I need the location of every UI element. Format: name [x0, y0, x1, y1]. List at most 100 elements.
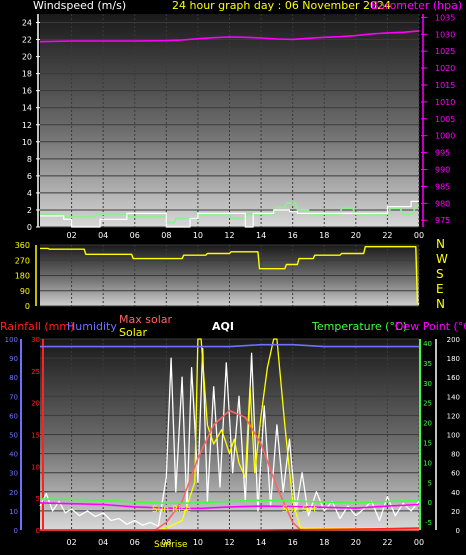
- wind-ytick-20: 20: [22, 53, 32, 62]
- rain-ytick-5: 5: [36, 495, 40, 503]
- dir-ytick-90: 90: [20, 287, 30, 296]
- multi-xtick-20: 20: [351, 538, 361, 547]
- multi-xtick-22: 22: [382, 538, 392, 547]
- multi-xtick-18: 18: [319, 538, 329, 547]
- temp-ytick-35: 35: [423, 360, 432, 368]
- multi-xtick-12: 12: [224, 538, 234, 547]
- baro-ytick-1005: 1005: [435, 115, 455, 124]
- wind-ytick-2: 2: [27, 206, 32, 215]
- legend-temperature: Temperature (°C): [311, 320, 407, 333]
- humidity-ytick-20: 20: [9, 489, 18, 497]
- baro-ytick-1030: 1030: [435, 30, 455, 39]
- temp-ytick--5: -5: [425, 519, 432, 527]
- wind-xtick-02: 02: [66, 231, 76, 240]
- temp-ytick-15: 15: [423, 439, 432, 447]
- dir-letter-w: W: [436, 252, 448, 266]
- legend-max-solar: Max solar: [119, 313, 172, 326]
- dir-ytick-180: 180: [15, 272, 30, 281]
- humidity-ytick-90: 90: [9, 355, 18, 363]
- baro-ytick-980: 980: [435, 199, 450, 208]
- wind-xtick-00: 00: [414, 231, 424, 240]
- wind-ytick-14: 14: [22, 104, 32, 113]
- baro-ytick-1025: 1025: [435, 47, 455, 56]
- wind-ytick-16: 16: [22, 87, 32, 96]
- solar-ytick-100: 100: [447, 432, 460, 440]
- temp-ytick-10: 10: [423, 459, 432, 467]
- baro-ytick-1035: 1035: [435, 13, 455, 22]
- rain-ytick-25: 25: [31, 368, 40, 376]
- solar-ytick-200: 200: [447, 336, 460, 344]
- multi-xtick-06: 06: [130, 538, 140, 547]
- baro-ytick-990: 990: [435, 166, 450, 175]
- dir-letter-n-bottom: N: [436, 297, 445, 311]
- legend-header: Rainfall (mm) Humidity Max solar Solar A…: [0, 313, 466, 339]
- solar-ytick-60: 60: [451, 470, 460, 478]
- weather-graph-page: Windspeed (m/s) 24 hour graph day : 06 N…: [0, 0, 466, 555]
- wind-ytick-6: 6: [27, 172, 32, 181]
- multi-xtick-10: 10: [193, 538, 203, 547]
- baro-ytick-1000: 1000: [435, 132, 455, 141]
- humidity-ytick-40: 40: [9, 451, 18, 459]
- dir-ytick-270: 270: [15, 256, 30, 265]
- wind-ytick-4: 4: [27, 189, 32, 198]
- wind-xtick-04: 04: [98, 231, 108, 240]
- humidity-ytick-60: 60: [9, 412, 18, 420]
- solar-ytick-160: 160: [447, 374, 460, 382]
- humidity-ytick-70: 70: [9, 393, 18, 401]
- baro-axis-label: Barometer (hpa): [371, 0, 462, 12]
- dir-letter-n-top: N: [436, 237, 445, 251]
- baro-ytick-1010: 1010: [435, 98, 455, 107]
- wind-xtick-10: 10: [193, 231, 203, 240]
- baro-ytick-995: 995: [435, 149, 450, 158]
- wind-ytick-22: 22: [22, 36, 32, 45]
- dir-letter-s: S: [436, 267, 444, 281]
- temp-ytick-20: 20: [423, 420, 432, 428]
- wind-xtick-22: 22: [382, 231, 392, 240]
- weather-24h-graph: Windspeed (m/s) 24 hour graph day : 06 N…: [0, 0, 466, 550]
- legend-rainfall: Rainfall (mm): [0, 320, 74, 333]
- annotation-sunrise-axis: Sunrise: [154, 540, 188, 550]
- solar-ytick-140: 140: [447, 393, 460, 401]
- temp-ytick-0: 0: [428, 499, 432, 507]
- wind-xtick-12: 12: [224, 231, 234, 240]
- rain-ytick-10: 10: [31, 463, 40, 471]
- annotation-sun-set: Sun Set: [282, 505, 317, 515]
- wind-xtick-18: 18: [319, 231, 329, 240]
- humidity-ytick-0: 0: [14, 527, 18, 535]
- baro-ytick-975: 975: [435, 216, 450, 225]
- legend-solar: Solar: [119, 326, 148, 339]
- wind-xtick-16: 16: [288, 231, 298, 240]
- wind-xtick-06: 06: [130, 231, 140, 240]
- dir-letter-e: E: [436, 282, 444, 296]
- temp-ytick-30: 30: [423, 380, 432, 388]
- temp-ytick-40: 40: [423, 340, 432, 348]
- multi-xtick-16: 16: [288, 538, 298, 547]
- solar-ytick-80: 80: [451, 451, 460, 459]
- wind-ytick-12: 12: [22, 121, 32, 130]
- humidity-ytick-80: 80: [9, 374, 18, 382]
- wind-ytick-24: 24: [22, 19, 32, 28]
- wind-xtick-08: 08: [161, 231, 171, 240]
- direction-letters: N W S E N: [436, 237, 448, 311]
- wind-ytick-18: 18: [22, 70, 32, 79]
- wind-xtick-14: 14: [256, 231, 266, 240]
- dir-ytick-0: 0: [25, 302, 30, 311]
- humidity-ytick-100: 100: [5, 336, 18, 344]
- wind-axis-label: Windspeed (m/s): [33, 0, 126, 12]
- legend-aqi: AQI: [212, 320, 234, 333]
- wind-ytick-8: 8: [27, 155, 32, 164]
- wind-ytick-10: 10: [22, 138, 32, 147]
- multi-xtick-02: 02: [66, 538, 76, 547]
- baro-ytick-1015: 1015: [435, 81, 455, 90]
- baro-ytick-1020: 1020: [435, 64, 455, 73]
- legend-humidity: Humidity: [67, 320, 117, 333]
- solar-ytick-0: 0: [456, 527, 460, 535]
- temp-ytick-25: 25: [423, 400, 432, 408]
- humidity-ytick-30: 30: [9, 470, 18, 478]
- legend-dew-point: Dew Point (°C): [395, 320, 466, 333]
- humidity-ytick-50: 50: [9, 432, 18, 440]
- chart-title: 24 hour graph day : 06 November 2024: [172, 0, 391, 12]
- multi-xtick-00: 00: [414, 538, 424, 547]
- wind-ytick-0: 0: [27, 223, 32, 232]
- multi-xtick-04: 04: [98, 538, 108, 547]
